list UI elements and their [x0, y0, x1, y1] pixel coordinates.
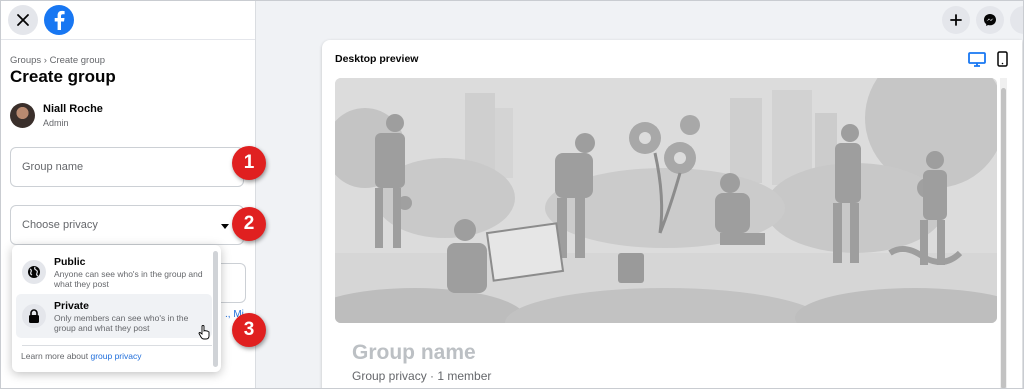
- preview-group-meta: Group privacy · 1 member: [352, 369, 492, 383]
- privacy-select[interactable]: Choose privacy: [10, 205, 244, 245]
- desktop-preview-card: Desktop preview Group name Group privacy…: [322, 40, 1022, 389]
- public-description: Anyone can see who's in the group and wh…: [54, 269, 203, 289]
- group-privacy-link[interactable]: group privacy: [90, 351, 141, 361]
- cover-illustration: [335, 78, 997, 323]
- messenger-icon: [984, 14, 996, 26]
- private-description: Only members can see who's in the group …: [54, 313, 189, 333]
- hand-cursor-icon: [198, 325, 210, 340]
- privacy-dropdown: Public Anyone can see who's in the group…: [12, 245, 221, 372]
- close-button[interactable]: [8, 4, 38, 35]
- preview-group-name: Group name: [352, 341, 476, 364]
- dropdown-divider: [22, 345, 212, 346]
- caret-down-icon: [221, 224, 229, 229]
- avatar: [10, 103, 35, 128]
- notifications-button[interactable]: [1010, 6, 1024, 34]
- public-title: Public: [54, 256, 86, 268]
- private-title: Private: [54, 300, 90, 312]
- preview-label: Desktop preview: [335, 53, 419, 65]
- privacy-option-private[interactable]: Private Only members can see who's in th…: [16, 294, 212, 338]
- globe-icon: [22, 260, 46, 284]
- group-name-input[interactable]: Group name: [10, 147, 244, 187]
- step-badge-1: 1: [232, 146, 266, 180]
- page-title: Create group: [10, 67, 116, 86]
- facebook-f-icon: [54, 10, 65, 30]
- create-group-sidebar: Groups › Create group Create group Niall…: [0, 0, 256, 389]
- sidebar-topbar: [0, 0, 255, 40]
- header-actions: [942, 0, 1024, 40]
- group-name-placeholder: Group name: [22, 161, 84, 173]
- create-button[interactable]: [942, 6, 970, 34]
- privacy-placeholder: Choose privacy: [22, 219, 98, 231]
- admin-profile: Niall Roche Admin: [10, 103, 103, 128]
- plus-icon: [950, 14, 962, 26]
- lock-icon: [22, 304, 46, 328]
- step-badge-2: 2: [232, 207, 266, 241]
- mobile-icon[interactable]: [997, 51, 1008, 67]
- desktop-icon[interactable]: [968, 52, 986, 67]
- breadcrumb[interactable]: Groups › Create group: [10, 55, 105, 66]
- step-badge-3: 3: [232, 313, 266, 347]
- dropdown-scrollbar[interactable]: [213, 251, 218, 367]
- user-name: Niall Roche: [43, 103, 103, 115]
- user-role: Admin: [43, 118, 69, 128]
- learn-more-text: Learn more about group privacy: [21, 351, 142, 361]
- facebook-logo[interactable]: [44, 4, 74, 35]
- close-icon: [17, 13, 29, 26]
- preview-scrollbar-thumb[interactable]: [1001, 88, 1006, 389]
- messenger-button[interactable]: [976, 6, 1004, 34]
- privacy-option-public[interactable]: Public Anyone can see who's in the group…: [16, 250, 212, 294]
